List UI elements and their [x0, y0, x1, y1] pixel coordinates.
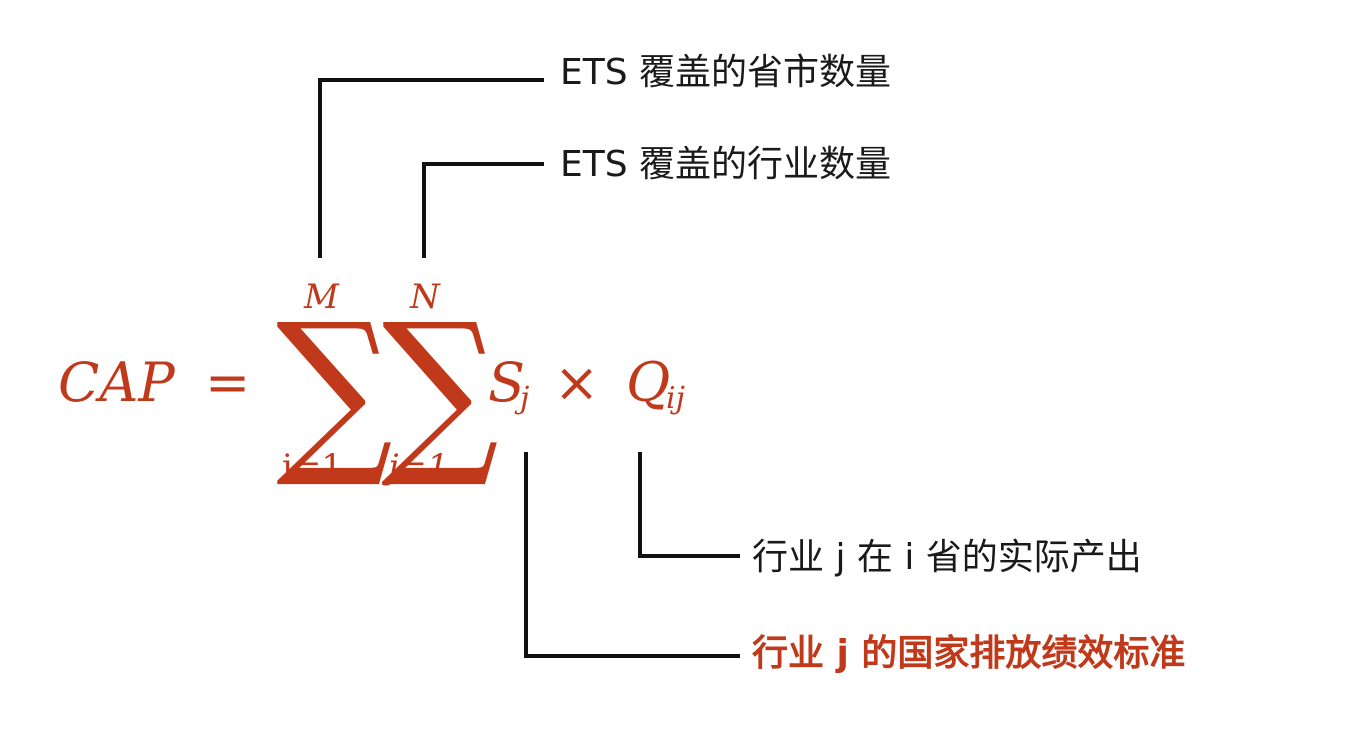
sum-upper-provinces: M: [304, 277, 339, 317]
sum-lower-provinces: i=1: [282, 447, 343, 487]
sum-upper-industries: N: [410, 277, 440, 317]
connector-industries-horizontal: [422, 162, 544, 166]
connector-provinces-horizontal: [318, 78, 544, 82]
connector-industries-vertical: [422, 162, 426, 258]
connector-standard-horizontal: [524, 654, 740, 658]
formula-diagram: ETS 覆盖的省市数量 ETS 覆盖的行业数量 行业 j 在 i 省的实际产出 …: [0, 0, 1350, 730]
label-actual-output: 行业 j 在 i 省的实际产出: [752, 537, 1142, 578]
label-emission-standard: 行业 j 的国家排放绩效标准: [752, 633, 1186, 674]
formula-lhs: CAP: [58, 351, 175, 414]
connector-output-horizontal: [638, 554, 740, 558]
formula-times: ×: [554, 351, 600, 414]
term-q-base: Q: [626, 351, 671, 414]
formula-equals: =: [205, 351, 251, 414]
connector-output-vertical: [638, 452, 642, 558]
term-q-subscript: ij: [666, 381, 685, 416]
term-s-subscript: j: [520, 381, 530, 416]
label-ets-provinces: ETS 覆盖的省市数量: [560, 52, 892, 93]
connector-standard-vertical: [524, 452, 528, 658]
sum-lower-industries: j=1: [388, 447, 449, 487]
connector-provinces-vertical: [318, 78, 322, 258]
label-ets-industries: ETS 覆盖的行业数量: [560, 144, 892, 185]
